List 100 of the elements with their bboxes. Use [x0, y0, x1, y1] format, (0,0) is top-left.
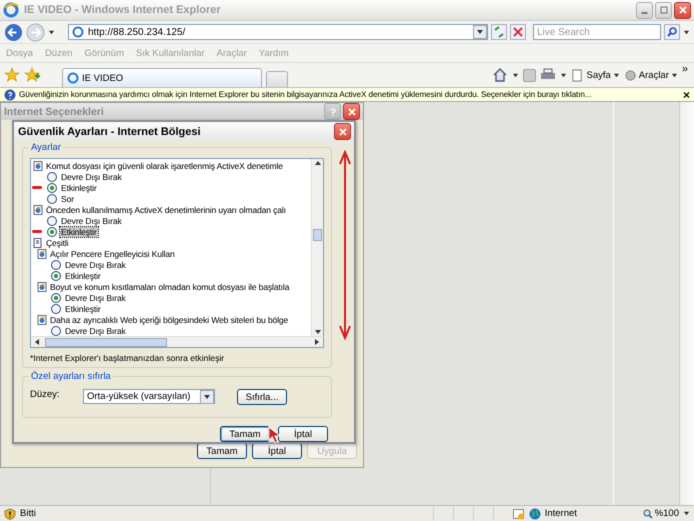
dialog-button[interactable]: İptal: [278, 426, 328, 442]
option-label[interactable]: Etkinleştir: [60, 226, 98, 236]
dialog-button[interactable]: Tamam: [220, 426, 270, 442]
dropdown-icon[interactable]: [473, 25, 487, 39]
caret-icon: [670, 72, 678, 78]
dropdown-icon: [200, 390, 214, 404]
close-button[interactable]: [334, 123, 351, 140]
scroll-up-icon[interactable]: [314, 159, 322, 167]
close-button[interactable]: [674, 2, 691, 18]
setting-label: Açılır Pencere Engelleyicisi Kullan: [50, 248, 175, 258]
group-label: Özel ayarları sıfırla: [29, 371, 113, 382]
zoom-caret-icon[interactable]: [683, 510, 690, 517]
info-bar[interactable]: Güvenliğinizin korunmasına yardımcı olmak için Internet Explorer bu sitenin bilgisayarınıza ActiveX denetimi yüklemesini durdurdu. Seçenekler için burayı tıklatın... ×: [0, 88, 694, 102]
option-label[interactable]: Devre Dışı Bırak: [64, 326, 127, 336]
dialog-button[interactable]: İptal: [252, 443, 302, 459]
page-icon: [571, 68, 584, 82]
more-tools-button[interactable]: »: [682, 63, 688, 75]
page-icon: [72, 26, 84, 38]
back-button[interactable]: [4, 22, 23, 42]
option-label[interactable]: Etkinleştir: [64, 270, 102, 280]
radio-button[interactable]: [51, 292, 61, 302]
setting-icon: [37, 314, 47, 324]
minimize-icon: [641, 12, 648, 14]
option-label[interactable]: Etkinleştir: [60, 182, 98, 192]
question-mark-icon: [328, 106, 338, 116]
zoom-button[interactable]: %100: [642, 508, 679, 519]
category-label: Çeşitli: [46, 238, 68, 248]
browser-tab[interactable]: IE VIDEO: [62, 68, 262, 87]
reset-button[interactable]: Sıfırla...: [237, 389, 287, 405]
scroll-left-icon[interactable]: [33, 338, 41, 346]
setting-label: Daha az ayrıcalıklı Web içeriği bölgesindeki Web siteleri bu bölge: [50, 314, 288, 324]
close-icon: [678, 5, 688, 15]
warning-shield-icon: [4, 508, 16, 520]
minimize-button[interactable]: [636, 2, 653, 18]
address-field[interactable]: http://88.250.234.125/: [68, 24, 488, 40]
option-label[interactable]: Devre Dışı Bırak: [60, 172, 123, 182]
dialog-title: Internet Seçenekleri: [4, 106, 105, 118]
close-icon: [346, 106, 356, 116]
level-dropdown[interactable]: Orta-yüksek (varsayılan): [83, 389, 215, 404]
page-menu-button[interactable]: Sayfa: [571, 68, 620, 82]
setting-icon: [33, 204, 43, 214]
list-scrollbar[interactable]: [311, 159, 323, 336]
caret-icon[interactable]: [512, 72, 520, 78]
footnote: *Internet Explorer'ı başlatmanızdan sonra etkinleşir: [30, 353, 226, 363]
radio-button[interactable]: [47, 172, 57, 182]
info-bar-close-button[interactable]: ×: [682, 90, 690, 100]
add-favorite-icon[interactable]: [24, 67, 40, 83]
scroll-thumb[interactable]: [45, 338, 167, 346]
horizontal-scrollbar[interactable]: [30, 336, 324, 348]
setting-label: Önceden kullanılmamış ActiveX denetimlerinin uyarı olmadan çalı: [46, 204, 286, 214]
security-zone-label: Internet: [544, 508, 578, 519]
level-label: Düzey:: [30, 389, 61, 400]
caret-icon: [612, 72, 620, 78]
option-label[interactable]: Devre Dışı Bırak: [60, 216, 123, 226]
vertical-scrollbar[interactable]: [679, 102, 694, 505]
search-caret-icon[interactable]: [683, 28, 690, 36]
gear-icon: [624, 68, 637, 82]
radio-button[interactable]: [47, 226, 57, 236]
category-icon: [33, 238, 43, 248]
browser-logo-icon: [3, 2, 19, 18]
option-label[interactable]: Devre Dışı Bırak: [64, 260, 127, 270]
radio-button[interactable]: [51, 270, 61, 280]
scroll-right-icon[interactable]: [313, 338, 321, 346]
status-text: Bitti: [20, 508, 36, 519]
maximize-button[interactable]: [655, 2, 672, 18]
setting-icon: [37, 248, 47, 258]
radio-button[interactable]: [51, 304, 61, 314]
dialog-title: Güvenlik Ayarları - Internet Bölgesi: [18, 126, 202, 138]
dialog-button[interactable]: Tamam: [197, 443, 247, 459]
tools-menu-button[interactable]: Araçlar: [624, 68, 678, 82]
home-icon[interactable]: [492, 67, 508, 83]
close-button[interactable]: [343, 103, 360, 120]
search-field[interactable]: Live Search: [533, 24, 661, 40]
search-button[interactable]: [664, 24, 680, 40]
close-icon: [338, 126, 348, 136]
magnifier-icon: [642, 508, 653, 518]
radio-button[interactable]: [51, 326, 61, 336]
mouse-cursor-icon: [268, 426, 282, 444]
option-label[interactable]: Devre Dışı Bırak: [64, 292, 127, 302]
info-bar-message: Güvenliğinizin korunmasına yardımcı olmak için Internet Explorer bu sitenin bilgisayarınıza ActiveX denetimi yüklemesini durdurdu. Seçenekler için burayı tıklatın...: [19, 90, 592, 99]
option-label[interactable]: Etkinleştir: [64, 304, 102, 314]
globe-icon: [528, 508, 541, 520]
radio-button[interactable]: [51, 260, 61, 270]
window-title: IE VIDEO - Windows Internet Explorer: [24, 4, 221, 16]
stop-button[interactable]: [510, 24, 526, 40]
history-caret-icon[interactable]: [48, 28, 55, 36]
scroll-thumb[interactable]: [313, 229, 322, 241]
setting-icon: [37, 282, 47, 292]
option-label[interactable]: Sor: [60, 194, 75, 204]
popup-warning-icon: [512, 508, 525, 520]
group-label: Ayarlar: [29, 142, 63, 153]
page-icon: [67, 72, 79, 84]
setting-icon: [33, 160, 43, 170]
radio-button[interactable]: [47, 194, 57, 204]
star-icon[interactable]: [4, 67, 20, 83]
setting-label: Komut dosyası için güvenli olarak işaretlenmiş ActiveX denetimle: [46, 160, 283, 170]
radio-button[interactable]: [47, 182, 57, 192]
caret-icon[interactable]: [560, 72, 568, 78]
maximize-icon: [658, 5, 668, 15]
radio-button[interactable]: [47, 216, 57, 226]
